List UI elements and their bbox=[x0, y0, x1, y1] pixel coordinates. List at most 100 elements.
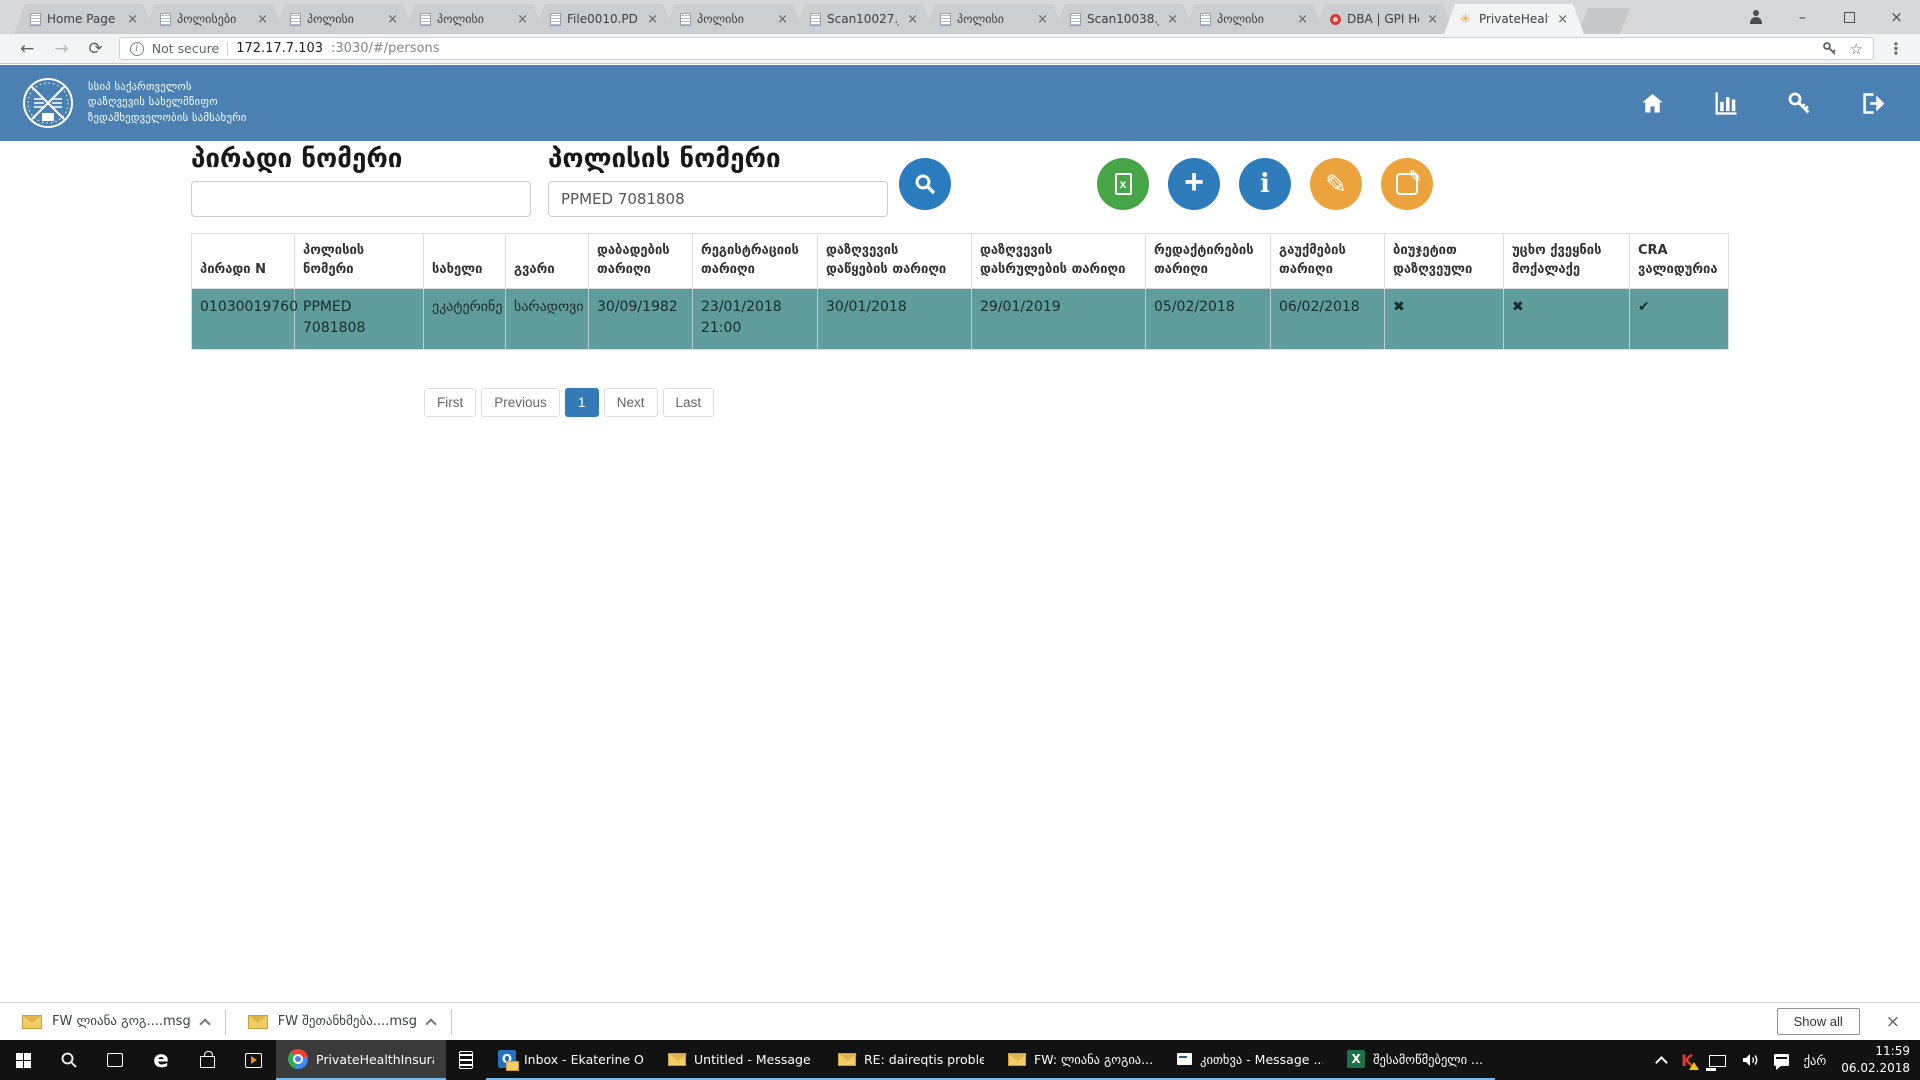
add-button[interactable]: + bbox=[1168, 158, 1220, 210]
table-row[interactable]: 01030019760 PPMED 7081808 ეკატერინე სარა… bbox=[192, 289, 1729, 350]
kaspersky-icon[interactable]: K bbox=[1681, 1051, 1693, 1070]
taskbar-message-window-4[interactable]: კითხვა - Message ... bbox=[1165, 1040, 1335, 1080]
show-all-button[interactable]: Show all bbox=[1777, 1008, 1860, 1035]
store-button[interactable] bbox=[184, 1040, 230, 1080]
tab-close-icon[interactable]: × bbox=[1035, 12, 1050, 27]
pencil-icon: ✎ bbox=[1408, 167, 1422, 187]
key-icon[interactable] bbox=[1822, 41, 1838, 57]
close-window-button[interactable]: × bbox=[1873, 0, 1920, 34]
forward-button[interactable]: → bbox=[44, 39, 78, 59]
edit-document-button[interactable]: ✎ bbox=[1381, 158, 1433, 210]
taskbar-window-label: Inbox - Ekaterine O... bbox=[524, 1052, 644, 1067]
document-favicon bbox=[290, 13, 301, 26]
taskbar-search-button[interactable] bbox=[46, 1040, 92, 1080]
tab-close-icon[interactable]: × bbox=[645, 12, 660, 27]
store-icon bbox=[200, 1056, 215, 1068]
chevron-up-icon[interactable] bbox=[199, 1018, 210, 1029]
bookmark-star-icon[interactable]: ☆ bbox=[1850, 40, 1863, 58]
download-bar-close-icon[interactable]: × bbox=[1886, 1012, 1900, 1032]
new-tab-button[interactable] bbox=[1578, 8, 1630, 34]
edge-button[interactable]: e bbox=[138, 1040, 184, 1080]
cell-personal-n: 01030019760 bbox=[192, 289, 295, 350]
tab-dba-gpi[interactable]: DBA | GPI Hold × bbox=[1314, 4, 1454, 34]
download-filename: FW ლიანა გოგ....msg bbox=[52, 1014, 191, 1029]
films-tv-button[interactable] bbox=[230, 1040, 276, 1080]
home-icon[interactable] bbox=[1639, 90, 1666, 117]
tab-polisi-1[interactable]: პოლისი × bbox=[274, 4, 414, 34]
tab-close-icon[interactable]: × bbox=[125, 12, 140, 27]
tab-polisi-4[interactable]: პოლისი × bbox=[924, 4, 1064, 34]
document-favicon bbox=[550, 13, 561, 26]
tab-close-icon[interactable]: × bbox=[515, 12, 530, 27]
tab-close-icon[interactable]: × bbox=[1165, 12, 1180, 27]
browser-menu-icon[interactable]: ⋮ bbox=[1882, 39, 1910, 58]
reload-button[interactable]: ⟳ bbox=[79, 39, 113, 59]
tab-close-icon[interactable]: × bbox=[1555, 12, 1570, 27]
col-insurance-start-date: დაზღვევის დაწყების თარიღი bbox=[818, 234, 972, 289]
tab-polisi-3[interactable]: პოლისი × bbox=[664, 4, 804, 34]
pagination-next[interactable]: Next bbox=[604, 388, 658, 417]
pagination-first[interactable]: First bbox=[424, 388, 476, 417]
tab-home-page[interactable]: Home Page × bbox=[14, 4, 154, 34]
persons-table: პირადი N პოლისის ნომერი სახელი გვარი დაბ… bbox=[191, 233, 1729, 350]
document-favicon bbox=[420, 13, 431, 26]
col-personal-n: პირადი N bbox=[192, 234, 295, 289]
start-button[interactable] bbox=[0, 1040, 46, 1080]
tab-title: პოლისი bbox=[307, 12, 379, 26]
tab-scan10038[interactable]: Scan10038.JPG × bbox=[1054, 4, 1194, 34]
pagination-last[interactable]: Last bbox=[663, 388, 715, 417]
tab-close-icon[interactable]: × bbox=[255, 12, 270, 27]
address-bar[interactable]: i Not secure 172.17.7.103 :3030/#/person… bbox=[119, 37, 1874, 60]
back-button[interactable]: ← bbox=[10, 39, 44, 59]
tab-title: პოლისები bbox=[177, 12, 249, 26]
tab-file0010-pdf[interactable]: File0010.PDF × bbox=[534, 4, 674, 34]
taskbar-excel-window[interactable]: X შესამოწმებელი ... bbox=[1335, 1040, 1495, 1080]
pagination-previous[interactable]: Previous bbox=[481, 388, 560, 417]
chrome-icon bbox=[288, 1049, 308, 1069]
tray-chevron-up-icon[interactable] bbox=[1655, 1056, 1668, 1069]
notification-icon[interactable] bbox=[1774, 1054, 1789, 1066]
bar-chart-icon[interactable] bbox=[1712, 89, 1740, 117]
tab-close-icon[interactable]: × bbox=[1295, 12, 1310, 27]
maximize-button[interactable] bbox=[1826, 0, 1873, 34]
search-button[interactable] bbox=[899, 158, 951, 210]
pagination-page-1[interactable]: 1 bbox=[565, 388, 599, 417]
task-view-button[interactable] bbox=[92, 1040, 138, 1080]
personal-number-input[interactable] bbox=[191, 181, 531, 217]
tab-close-icon[interactable]: × bbox=[905, 12, 920, 27]
tab-scan10027[interactable]: Scan10027.JPG × bbox=[794, 4, 934, 34]
download-item-1[interactable]: FW ლიანა გოგ....msg bbox=[0, 1003, 225, 1040]
taskbar-message-window-1[interactable]: Untitled - Message ... bbox=[656, 1040, 826, 1080]
language-indicator[interactable]: ქარ bbox=[1804, 1053, 1827, 1068]
download-item-2[interactable]: FW შეთანხმება....msg bbox=[226, 1003, 451, 1040]
person-icon bbox=[1749, 10, 1763, 24]
tab-polisi-2[interactable]: პოლისი × bbox=[404, 4, 544, 34]
export-excel-button[interactable]: x bbox=[1097, 158, 1149, 210]
policy-number-input[interactable] bbox=[548, 181, 888, 217]
tab-polisebi[interactable]: პოლისები × bbox=[144, 4, 284, 34]
logout-icon[interactable] bbox=[1859, 90, 1886, 117]
tab-polisi-5[interactable]: პოლისი × bbox=[1184, 4, 1324, 34]
network-icon[interactable] bbox=[1709, 1055, 1726, 1067]
tab-close-icon[interactable]: × bbox=[775, 12, 790, 27]
minimize-button[interactable]: – bbox=[1779, 0, 1826, 34]
taskbar-outlook-window[interactable]: O Inbox - Ekaterine O... bbox=[486, 1040, 656, 1080]
key-search-icon[interactable] bbox=[1786, 90, 1813, 117]
taskbar-message-window-2[interactable]: RE: daireqtis proble... bbox=[826, 1040, 996, 1080]
edit-button[interactable]: ✎ bbox=[1310, 158, 1362, 210]
taskbar-chrome-window[interactable]: PrivateHealthInsura... bbox=[276, 1040, 446, 1080]
taskbar-window-label: შესამოწმებელი ... bbox=[1373, 1052, 1483, 1067]
tab-privatehealth-active[interactable]: ✳ PrivateHealthIn × bbox=[1444, 4, 1584, 34]
taskbar-calculator[interactable] bbox=[446, 1040, 486, 1080]
info-circle-icon[interactable]: i bbox=[130, 42, 144, 56]
info-button[interactable]: i bbox=[1239, 158, 1291, 210]
windows-logo-icon bbox=[16, 1053, 31, 1068]
tab-close-icon[interactable]: × bbox=[1425, 12, 1440, 27]
speaker-icon[interactable] bbox=[1741, 1052, 1759, 1068]
col-birth-date: დაბადების თარიღი bbox=[589, 234, 693, 289]
chevron-up-icon[interactable] bbox=[425, 1018, 436, 1029]
clock[interactable]: 11:59 06.02.2018 bbox=[1841, 1043, 1910, 1077]
taskbar-message-window-3[interactable]: FW: ლიანა გოგია... bbox=[996, 1040, 1165, 1080]
tab-close-icon[interactable]: × bbox=[385, 12, 400, 27]
profile-icon[interactable] bbox=[1732, 0, 1779, 34]
